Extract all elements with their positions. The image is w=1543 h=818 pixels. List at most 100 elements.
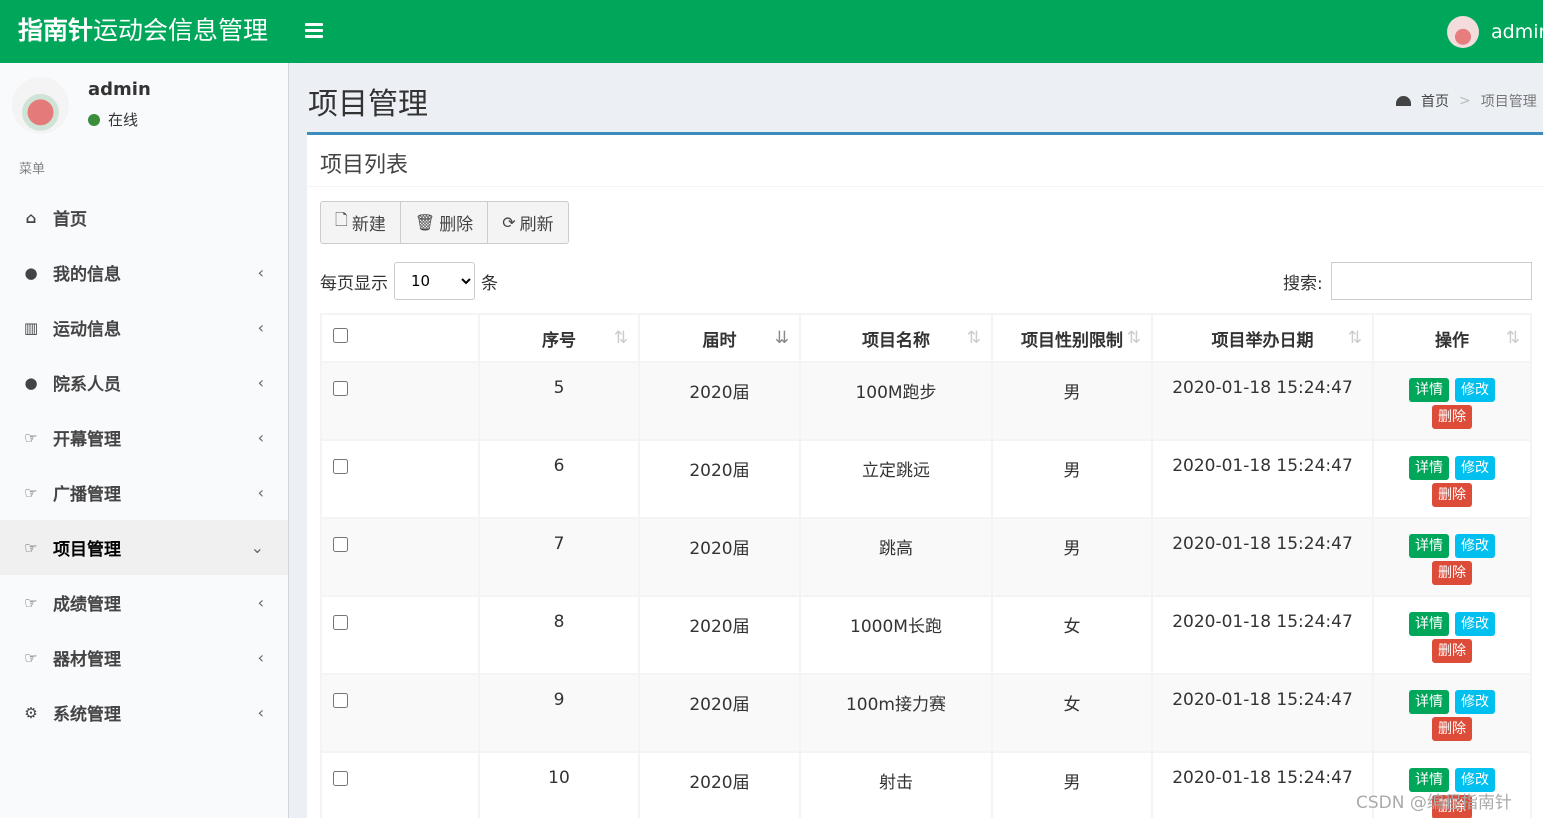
dashboard-icon <box>1396 96 1411 106</box>
new-button[interactable]: 🗋 新建 <box>321 202 401 243</box>
chevron-left-icon: ‹ <box>257 428 264 447</box>
sidebar-item-broadcast[interactable]: ☞ 广播管理 ‹ <box>0 465 288 520</box>
column-header-id[interactable]: 序号 ⇅ <box>478 313 640 363</box>
edit-button[interactable]: 修改 <box>1455 690 1495 714</box>
cell-actions: 详情 修改删除 <box>1372 595 1532 675</box>
row-checkbox[interactable] <box>333 537 348 552</box>
page-length-select[interactable]: 10 <box>394 262 475 300</box>
page-length-control: 每页显示 10 条 <box>320 262 498 300</box>
select-all-cell <box>320 313 480 363</box>
cell-session: 2020届 <box>638 439 801 519</box>
row-select-cell <box>320 595 480 675</box>
row-delete-button[interactable]: 删除 <box>1432 717 1472 741</box>
column-header-session[interactable]: 届时 ⇊ <box>638 313 801 363</box>
sidebar-item-opening[interactable]: ☞ 开幕管理 ‹ <box>0 410 288 465</box>
select-all-checkbox[interactable] <box>333 328 348 343</box>
sort-icon: ⇅ <box>1347 328 1362 348</box>
bar-chart-icon: ▥ <box>23 318 39 337</box>
cell-date: 2020-01-18 15:24:47 <box>1151 517 1374 597</box>
home-icon: ⌂ <box>25 208 37 227</box>
chevron-left-icon: ‹ <box>257 703 264 722</box>
sidebar-item-home[interactable]: ⌂ 首页 <box>0 190 288 245</box>
breadcrumb: 首页 > 项目管理 <box>1396 91 1537 111</box>
column-header-actions[interactable]: 操作 ⇅ <box>1372 313 1532 363</box>
detail-button[interactable]: 详情 <box>1409 378 1449 402</box>
file-icon: 🗋 <box>335 210 348 229</box>
app-logo[interactable]: 指南针运动会信息管理 <box>18 14 268 48</box>
user-panel: admin 在线 <box>12 77 272 137</box>
cell-date: 2020-01-18 15:24:47 <box>1151 595 1374 675</box>
sort-icon: ⇅ <box>1505 328 1520 348</box>
table-row: 8 2020届 1000M长跑 女 2020-01-18 15:24:47 详情… <box>320 595 1532 675</box>
length-prefix: 每页显示 <box>320 273 388 294</box>
detail-button[interactable]: 详情 <box>1409 612 1449 636</box>
sidebar-toggle-icon[interactable] <box>305 21 323 41</box>
sidebar-item-my-info[interactable]: ● 我的信息 ‹ <box>0 245 288 300</box>
row-delete-button[interactable]: 删除 <box>1432 405 1472 429</box>
content-header: 项目管理 首页 > 项目管理 <box>289 63 1543 133</box>
hand-point-icon: ☞ <box>24 428 38 447</box>
row-checkbox[interactable] <box>333 693 348 708</box>
header-label: 项目性别限制 <box>1021 330 1123 351</box>
breadcrumb-current: 项目管理 <box>1480 94 1537 110</box>
sidebar-item-equipment[interactable]: ☞ 器材管理 ‹ <box>0 630 288 685</box>
row-delete-button[interactable]: 删除 <box>1432 483 1472 507</box>
row-checkbox[interactable] <box>333 459 348 474</box>
row-select-cell <box>320 361 480 441</box>
sort-desc-icon: ⇊ <box>774 328 789 348</box>
sidebar-item-projects[interactable]: ☞ 项目管理 ⌄ <box>0 520 288 575</box>
cell-name: 100M跑步 <box>799 361 993 441</box>
row-checkbox[interactable] <box>333 771 348 786</box>
row-select-cell <box>320 439 480 519</box>
cell-id: 5 <box>478 361 640 441</box>
header-username: admin <box>1491 21 1543 43</box>
detail-button[interactable]: 详情 <box>1409 456 1449 480</box>
cell-date: 2020-01-18 15:24:47 <box>1151 751 1374 818</box>
column-header-name[interactable]: 项目名称 ⇅ <box>799 313 993 363</box>
sidebar-item-label: 项目管理 <box>53 540 121 560</box>
cell-actions: 详情 修改删除 <box>1372 517 1532 597</box>
sidebar-item-system[interactable]: ⚙ 系统管理 ‹ <box>0 685 288 740</box>
edit-button[interactable]: 修改 <box>1455 456 1495 480</box>
refresh-icon: ⟳ <box>502 213 516 232</box>
project-table: 序号 ⇅ 届时 ⇊ 项目名称 ⇅ 项目性别限制 ⇅ 项目举办日期 ⇅ 操作 ⇅ 5 2020… <box>320 313 1532 818</box>
row-checkbox[interactable] <box>333 381 348 396</box>
sidebar-item-sports-info[interactable]: ▥ 运动信息 ‹ <box>0 300 288 355</box>
search-input[interactable] <box>1330 262 1532 300</box>
detail-button[interactable]: 详情 <box>1409 534 1449 558</box>
cell-gender: 男 <box>991 361 1153 441</box>
sidebar-item-label: 院系人员 <box>53 375 121 395</box>
table-row: 7 2020届 跳高 男 2020-01-18 15:24:47 详情 修改 删除 <box>320 517 1532 597</box>
sidebar-item-scores[interactable]: ☞ 成绩管理 ‹ <box>0 575 288 630</box>
column-header-date[interactable]: 项目举办日期 ⇅ <box>1151 313 1374 363</box>
detail-button[interactable]: 详情 <box>1409 690 1449 714</box>
toolbar: 🗋 新建 🗑 删除 ⟳ 刷新 <box>320 201 569 244</box>
edit-button[interactable]: 修改 <box>1455 378 1495 402</box>
sidebar-item-department[interactable]: ● 院系人员 ‹ <box>0 355 288 410</box>
hand-point-icon: ☞ <box>24 648 38 667</box>
trash-icon: 🗑 <box>414 213 436 232</box>
hand-point-icon: ☞ <box>24 593 38 612</box>
status-dot-icon <box>88 113 100 126</box>
breadcrumb-home[interactable]: 首页 <box>1421 91 1449 111</box>
header-label: 项目名称 <box>862 330 930 351</box>
hand-point-icon: ☞ <box>24 483 38 502</box>
cell-session: 2020届 <box>638 595 801 675</box>
sidebar-item-label: 成绩管理 <box>53 595 121 615</box>
user-menu[interactable]: admin <box>1447 16 1543 48</box>
edit-button[interactable]: 修改 <box>1455 534 1495 558</box>
edit-button[interactable]: 修改 <box>1455 612 1495 636</box>
delete-button[interactable]: 🗑 删除 <box>401 202 489 243</box>
row-delete-button[interactable]: 删除 <box>1432 639 1472 663</box>
row-delete-button[interactable]: 删除 <box>1432 561 1472 585</box>
sort-icon: ⇅ <box>966 328 981 348</box>
chevron-down-icon: ⌄ <box>250 538 264 557</box>
status-text: 在线 <box>108 111 139 129</box>
refresh-button[interactable]: ⟳ 刷新 <box>488 202 567 243</box>
column-header-gender[interactable]: 项目性别限制 ⇅ <box>991 313 1153 363</box>
users-icon: ● <box>24 373 38 392</box>
header-label: 序号 <box>542 330 576 351</box>
delete-label: 删除 <box>439 215 474 235</box>
brand-rest: 运动会信息管理 <box>93 16 269 45</box>
row-checkbox[interactable] <box>333 615 348 630</box>
